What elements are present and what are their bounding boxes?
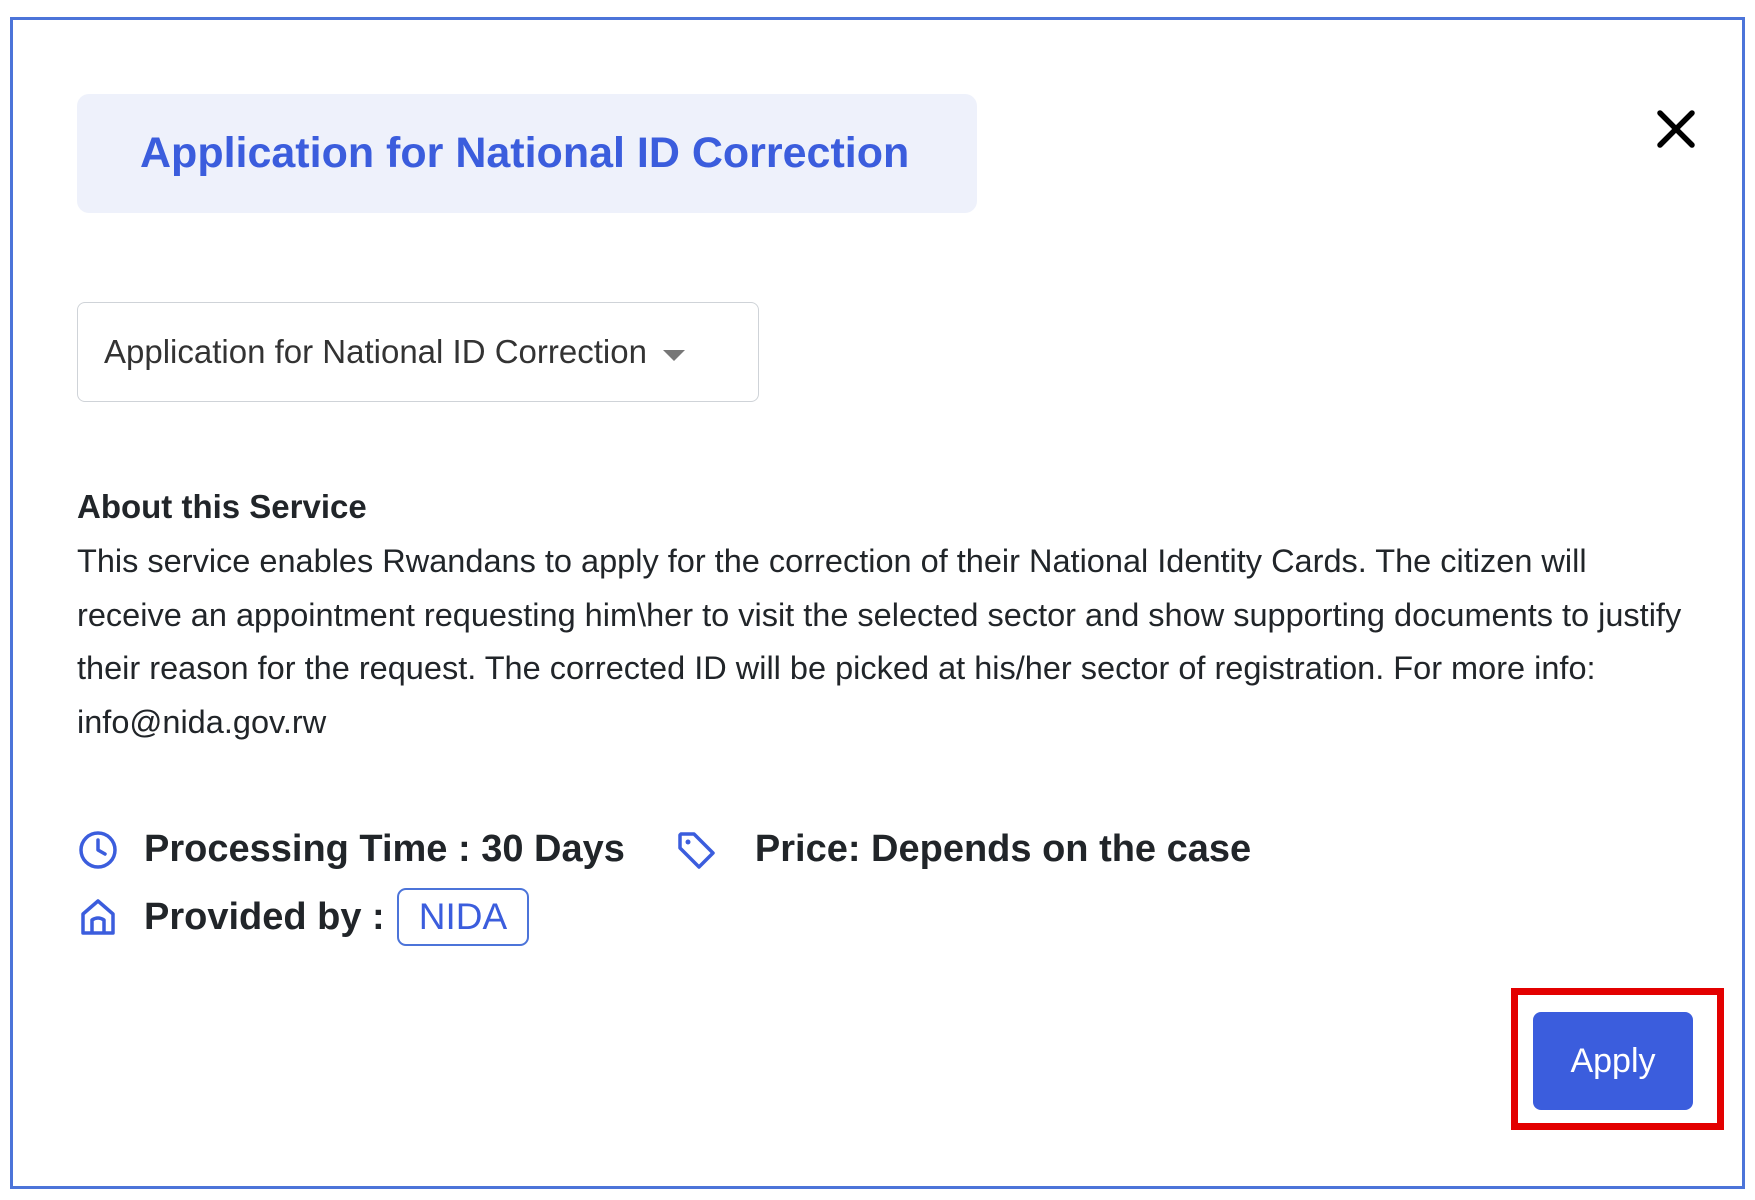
modal-title-box: Application for National ID Correction	[77, 94, 977, 213]
info-row-processing-price: Processing Time : 30 Days Price: Depends…	[77, 828, 1251, 871]
apply-button[interactable]: Apply	[1533, 1012, 1693, 1110]
tag-icon	[678, 831, 715, 869]
price: Price: Depends on the case	[754, 828, 1252, 870]
clock-icon	[79, 830, 117, 869]
chevron-down-icon	[662, 349, 685, 361]
service-select[interactable]: Application for National ID Correction	[77, 302, 759, 402]
about-description: This service enables Rwandans to apply f…	[77, 543, 1682, 740]
provided-by-label: Provided by :	[144, 895, 385, 938]
home-icon	[81, 899, 115, 935]
close-button[interactable]	[1653, 106, 1699, 152]
modal-title: Application for National ID Correction	[140, 129, 910, 177]
service-modal: Application for National ID Correction A…	[10, 17, 1745, 1189]
about-heading: About this Service	[77, 488, 367, 525]
provider-badge: NIDA	[396, 888, 530, 946]
service-select-value: Application for National ID Correction	[104, 333, 647, 370]
close-icon	[1657, 110, 1695, 148]
info-row-provider: Provided by : NIDA	[77, 888, 530, 946]
processing-time: Processing Time : 30 Days	[144, 828, 625, 870]
